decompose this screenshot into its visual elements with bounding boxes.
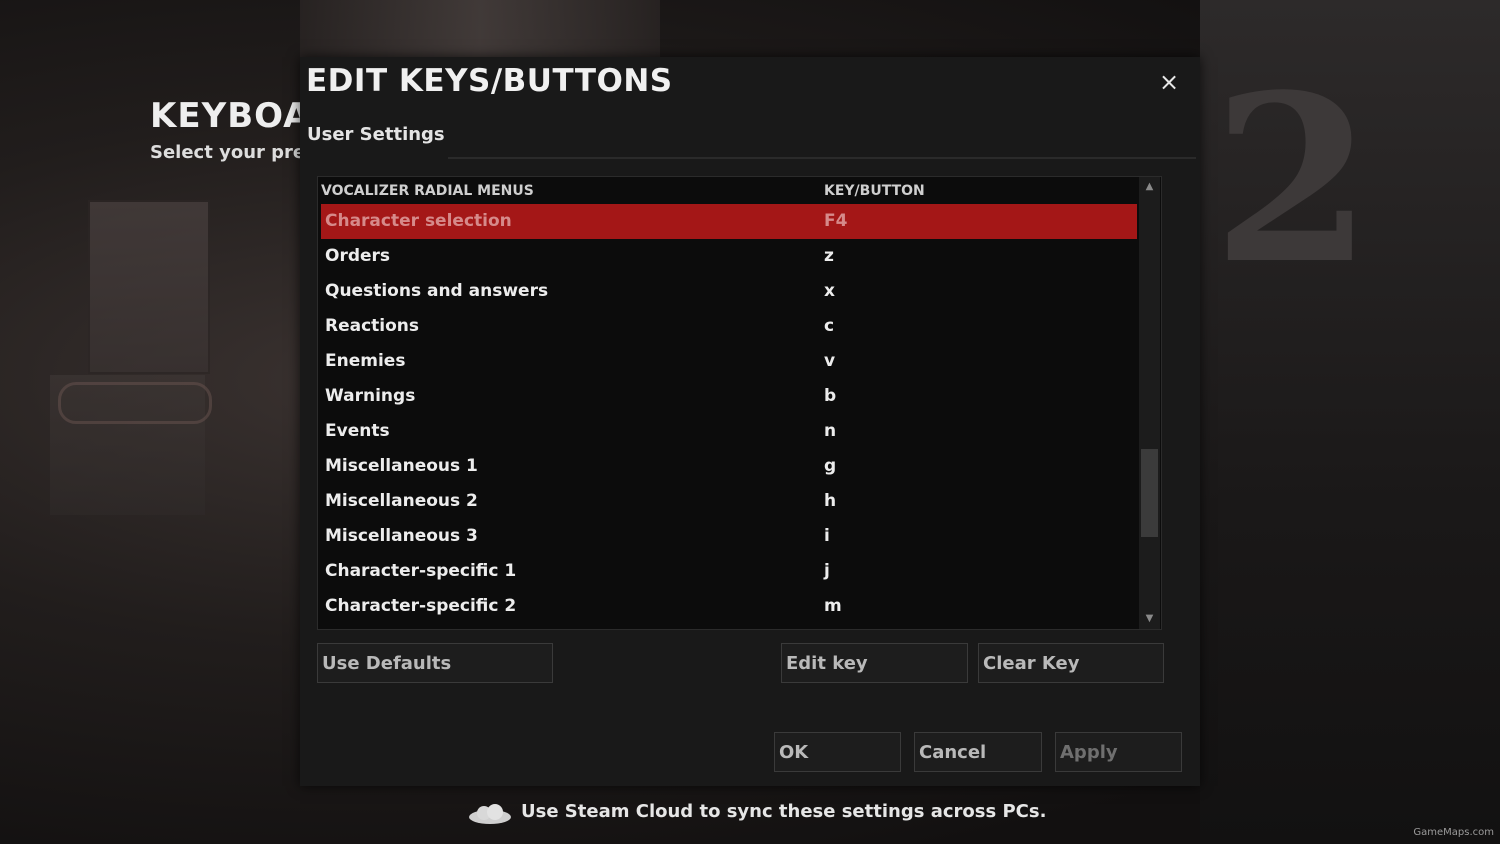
apply-label: Apply bbox=[1060, 742, 1118, 763]
scroll-up-arrow-icon[interactable]: ▲ bbox=[1139, 177, 1160, 197]
row-key: z bbox=[824, 246, 834, 266]
edit-keys-dialog: EDIT KEYS/BUTTONS × User Settings VOCALI… bbox=[300, 57, 1200, 786]
list-row[interactable]: Character-specific 1 j bbox=[321, 554, 1137, 589]
ok-button[interactable]: OK bbox=[774, 732, 901, 772]
column-header-key[interactable]: KEY/BUTTON bbox=[824, 183, 925, 199]
row-key: j bbox=[824, 561, 830, 581]
row-key: m bbox=[824, 596, 842, 616]
column-header-action[interactable]: VOCALIZER RADIAL MENUS bbox=[321, 183, 534, 199]
row-action: Miscellaneous 3 bbox=[325, 526, 478, 546]
edit-key-label: Edit key bbox=[786, 653, 868, 674]
list-row[interactable]: Character-specific 2 m bbox=[321, 589, 1137, 624]
tab-divider bbox=[448, 157, 1196, 159]
list-row[interactable]: Enemies v bbox=[321, 344, 1137, 379]
background-tow-away-sign bbox=[88, 200, 210, 374]
game-logo: 2 bbox=[1212, 45, 1373, 315]
steam-cloud-text: Use Steam Cloud to sync these settings a… bbox=[521, 801, 1047, 822]
row-action: Warnings bbox=[325, 386, 416, 406]
list-row[interactable]: Reactions c bbox=[321, 309, 1137, 344]
apply-button[interactable]: Apply bbox=[1055, 732, 1182, 772]
background-caution-badge bbox=[58, 382, 212, 424]
row-action: Reactions bbox=[325, 316, 420, 336]
key-bindings-list[interactable]: VOCALIZER RADIAL MENUS KEY/BUTTON Charac… bbox=[317, 176, 1162, 630]
use-defaults-button[interactable]: Use Defaults bbox=[317, 643, 553, 683]
row-action: Character-specific 1 bbox=[325, 561, 517, 581]
row-key: v bbox=[824, 351, 836, 371]
row-key: x bbox=[824, 281, 835, 301]
row-key: F4 bbox=[824, 211, 848, 231]
row-action: Events bbox=[325, 421, 390, 441]
row-key: b bbox=[824, 386, 837, 406]
cloud-icon bbox=[469, 804, 511, 824]
row-action: Miscellaneous 2 bbox=[325, 491, 478, 511]
list-row[interactable]: Questions and answers x bbox=[321, 274, 1137, 309]
watermark: GameMaps.com bbox=[1413, 827, 1494, 838]
row-action: Miscellaneous 1 bbox=[325, 456, 478, 476]
background-pillar bbox=[300, 0, 660, 60]
list-header: VOCALIZER RADIAL MENUS KEY/BUTTON bbox=[318, 177, 1138, 203]
tab-user-settings[interactable]: User Settings bbox=[300, 113, 448, 159]
list-row-character-selection[interactable]: Character selection F4 bbox=[321, 204, 1137, 239]
page-subtitle: Select your pre bbox=[150, 142, 306, 163]
row-action: Enemies bbox=[325, 351, 406, 371]
list-row[interactable]: Miscellaneous 1 g bbox=[321, 449, 1137, 484]
row-key: g bbox=[824, 456, 837, 476]
list-row[interactable]: Orders z bbox=[321, 239, 1137, 274]
row-key: i bbox=[824, 526, 830, 546]
row-action: Character-specific 2 bbox=[325, 596, 517, 616]
scroll-down-arrow-icon[interactable]: ▼ bbox=[1139, 609, 1160, 629]
edit-key-button[interactable]: Edit key bbox=[781, 643, 968, 683]
page-title: KEYBOA bbox=[150, 96, 311, 136]
scroll-thumb[interactable] bbox=[1141, 449, 1158, 537]
cancel-label: Cancel bbox=[919, 742, 987, 763]
row-key: c bbox=[824, 316, 835, 336]
list-row[interactable]: Events n bbox=[321, 414, 1137, 449]
use-defaults-label: Use Defaults bbox=[322, 653, 452, 674]
list-scrollbar[interactable]: ▲ ▼ bbox=[1139, 177, 1160, 629]
ok-label: OK bbox=[779, 742, 809, 763]
row-action: Questions and answers bbox=[325, 281, 549, 301]
dialog-title: EDIT KEYS/BUTTONS bbox=[306, 63, 673, 99]
row-action: Character selection bbox=[325, 211, 512, 231]
row-action: Orders bbox=[325, 246, 391, 266]
row-key: n bbox=[824, 421, 837, 441]
row-key: h bbox=[824, 491, 837, 511]
list-row[interactable]: Warnings b bbox=[321, 379, 1137, 414]
clear-key-label: Clear Key bbox=[983, 653, 1080, 674]
cancel-button[interactable]: Cancel bbox=[914, 732, 1042, 772]
close-button[interactable]: × bbox=[1158, 67, 1180, 97]
list-row[interactable]: Miscellaneous 3 i bbox=[321, 519, 1137, 554]
tab-user-settings-label: User Settings bbox=[307, 124, 445, 145]
list-row[interactable]: Miscellaneous 2 h bbox=[321, 484, 1137, 519]
clear-key-button[interactable]: Clear Key bbox=[978, 643, 1164, 683]
